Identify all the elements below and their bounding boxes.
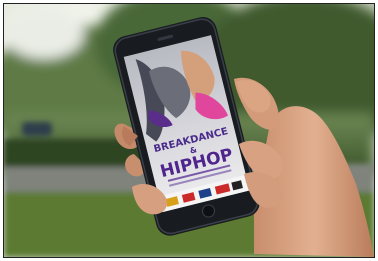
photo-scene: BREAKDANCE & HIPHOP (4, 4, 374, 257)
photo-frame: BREAKDANCE & HIPHOP (3, 3, 375, 258)
